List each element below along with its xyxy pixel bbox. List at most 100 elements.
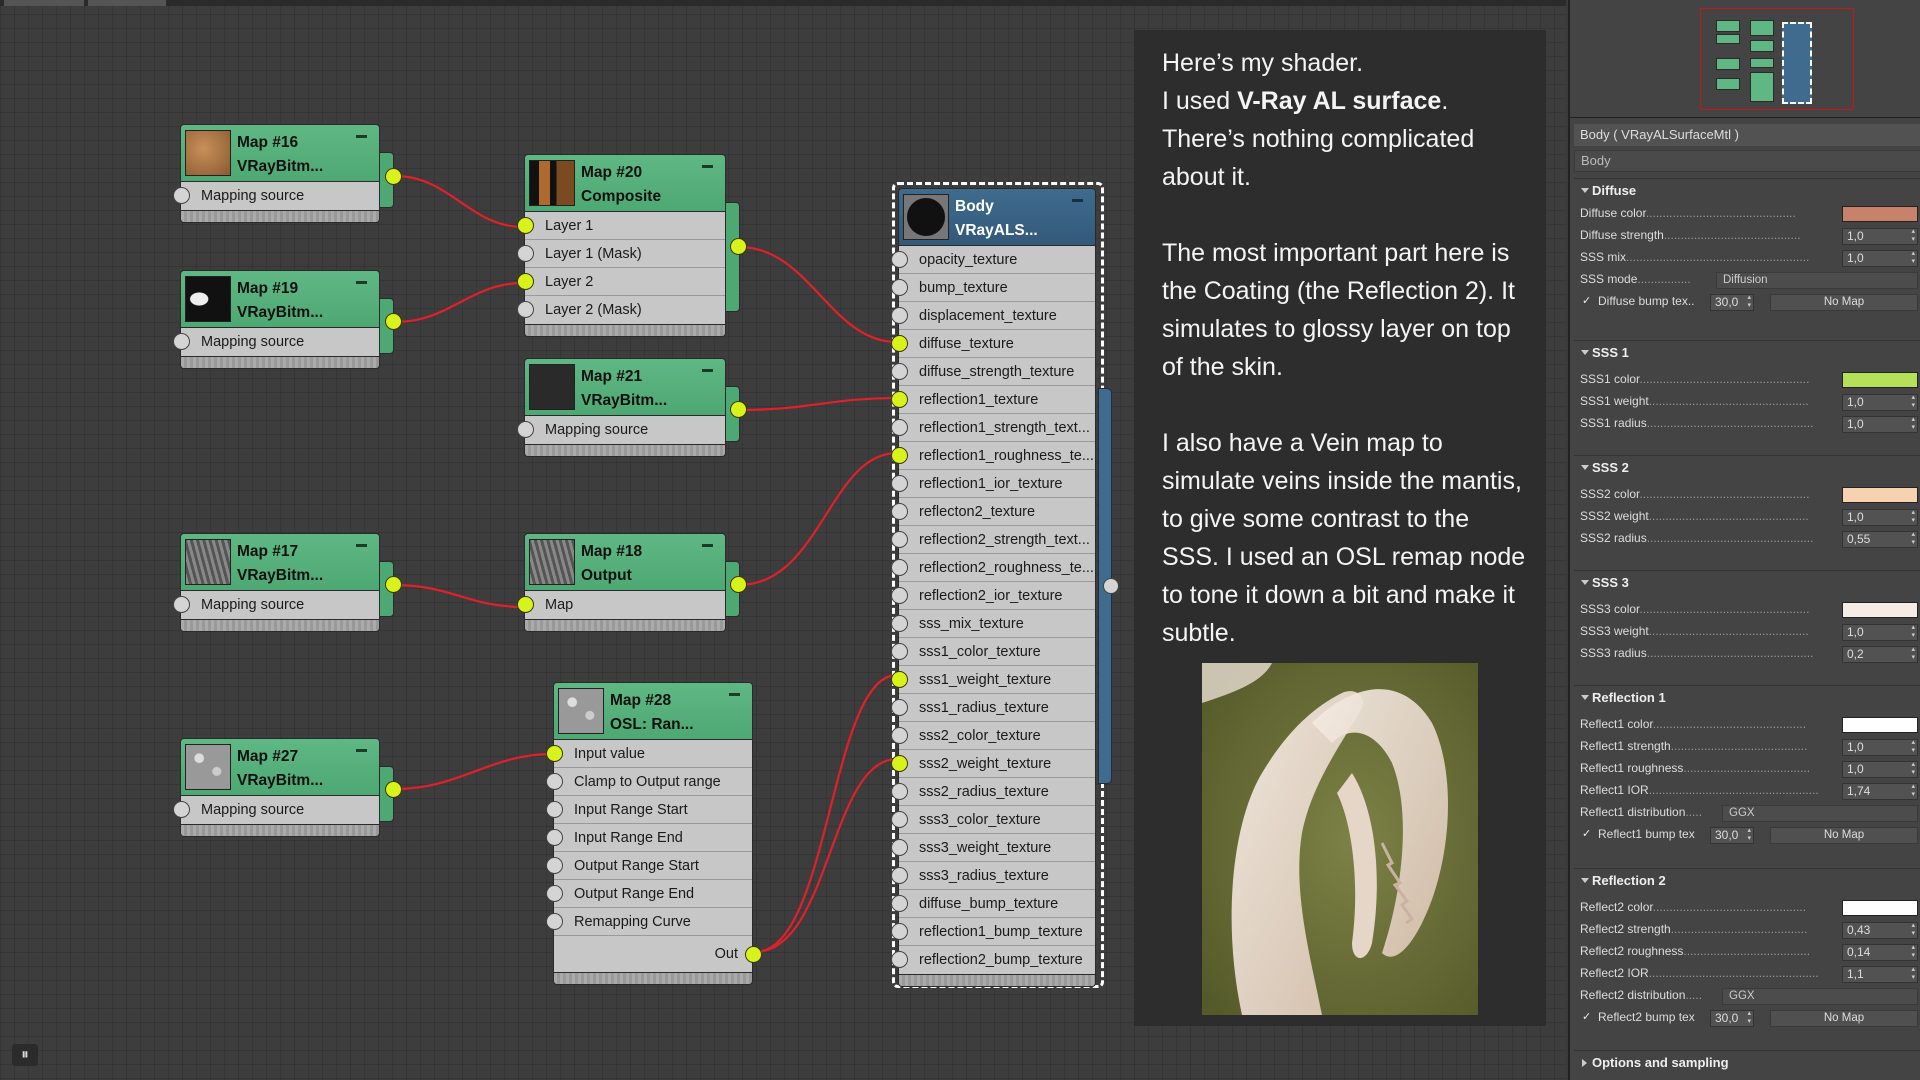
input-port[interactable] bbox=[891, 615, 908, 632]
input-port[interactable] bbox=[546, 745, 563, 762]
section-header-sss3[interactable]: SSS 3 bbox=[1574, 571, 1920, 595]
input-port[interactable] bbox=[891, 475, 908, 492]
output-port[interactable] bbox=[730, 576, 747, 593]
input-port[interactable] bbox=[891, 307, 908, 324]
output-port[interactable] bbox=[730, 238, 747, 255]
input-port[interactable] bbox=[891, 839, 908, 856]
input-port[interactable] bbox=[546, 857, 563, 874]
map-button[interactable]: No Map bbox=[1770, 827, 1918, 844]
minimize-icon[interactable] bbox=[1072, 199, 1083, 202]
spinner[interactable]: 1,1 bbox=[1842, 966, 1918, 983]
minimize-icon[interactable] bbox=[729, 693, 740, 696]
input-port[interactable] bbox=[546, 773, 563, 790]
input-port[interactable] bbox=[891, 643, 908, 660]
checkbox[interactable]: ✓ bbox=[1582, 296, 1593, 307]
input-port[interactable] bbox=[891, 279, 908, 296]
view-tab[interactable] bbox=[4, 0, 84, 6]
input-port[interactable] bbox=[891, 895, 908, 912]
minimize-icon[interactable] bbox=[702, 165, 713, 168]
material-name-field[interactable]: Body bbox=[1574, 150, 1920, 172]
section-header-reflection2[interactable]: Reflection 2 bbox=[1574, 869, 1920, 893]
input-port[interactable] bbox=[891, 335, 908, 352]
minimize-icon[interactable] bbox=[356, 749, 367, 752]
distribution-dropdown[interactable]: GGX bbox=[1722, 805, 1918, 822]
color-swatch[interactable] bbox=[1842, 602, 1918, 618]
color-swatch[interactable] bbox=[1842, 900, 1918, 916]
input-port[interactable] bbox=[546, 885, 563, 902]
spinner[interactable]: 1,0 bbox=[1842, 761, 1918, 778]
input-port[interactable] bbox=[517, 301, 534, 318]
input-port[interactable] bbox=[891, 783, 908, 800]
checkbox[interactable]: ✓ bbox=[1582, 829, 1593, 840]
output-port[interactable] bbox=[385, 168, 402, 185]
spinner[interactable]: 1,0 bbox=[1842, 250, 1918, 267]
minimize-icon[interactable] bbox=[356, 544, 367, 547]
section-header-sss2[interactable]: SSS 2 bbox=[1574, 456, 1920, 480]
input-port[interactable] bbox=[546, 801, 563, 818]
color-swatch[interactable] bbox=[1842, 206, 1918, 222]
color-swatch[interactable] bbox=[1842, 372, 1918, 388]
input-port[interactable] bbox=[517, 596, 534, 613]
spinner[interactable]: 30,0 bbox=[1710, 294, 1754, 311]
input-port[interactable] bbox=[517, 421, 534, 438]
section-header-reflection1[interactable]: Reflection 1 bbox=[1574, 686, 1920, 710]
spinner[interactable]: 0,2 bbox=[1842, 646, 1918, 663]
input-port[interactable] bbox=[173, 596, 190, 613]
input-port[interactable] bbox=[546, 913, 563, 930]
node-map17[interactable]: Map #17 VRayBitm... Mapping source bbox=[173, 533, 402, 632]
spinner[interactable]: 1,0 bbox=[1842, 509, 1918, 526]
input-port[interactable] bbox=[891, 503, 908, 520]
node-map20[interactable]: Map #20 Composite Layer 1 Layer 1 (Mask) … bbox=[517, 154, 747, 337]
output-port[interactable] bbox=[385, 576, 402, 593]
color-swatch[interactable] bbox=[1842, 717, 1918, 733]
minimize-icon[interactable] bbox=[356, 135, 367, 138]
output-port[interactable] bbox=[730, 401, 747, 418]
input-port[interactable] bbox=[173, 801, 190, 818]
input-port[interactable] bbox=[891, 447, 908, 464]
spinner[interactable]: 30,0 bbox=[1710, 1010, 1754, 1027]
input-port[interactable] bbox=[517, 217, 534, 234]
map-button[interactable]: No Map bbox=[1770, 1010, 1918, 1027]
spinner[interactable]: 1,0 bbox=[1842, 394, 1918, 411]
input-port[interactable] bbox=[173, 187, 190, 204]
input-port[interactable] bbox=[891, 587, 908, 604]
distribution-dropdown[interactable]: GGX bbox=[1722, 988, 1918, 1005]
node-map27[interactable]: Map #27 VRayBitm... Mapping source bbox=[173, 738, 402, 837]
navigator-view[interactable] bbox=[1570, 0, 1920, 118]
section-header-diffuse[interactable]: Diffuse bbox=[1574, 179, 1920, 203]
input-port[interactable] bbox=[517, 245, 534, 262]
input-port[interactable] bbox=[891, 867, 908, 884]
input-port[interactable] bbox=[891, 951, 908, 968]
sss-mode-dropdown[interactable]: Diffusion bbox=[1716, 272, 1918, 289]
output-port[interactable] bbox=[385, 781, 402, 798]
spinner[interactable]: 0,43 bbox=[1842, 922, 1918, 939]
node-body-material[interactable]: Body VRayALS... opacity_texture bump_textu… bbox=[891, 188, 1096, 987]
spinner[interactable]: 0,14 bbox=[1842, 944, 1918, 961]
input-port[interactable] bbox=[891, 559, 908, 576]
node-map28[interactable]: Map #28 OSL: Ran... Input value Clamp to … bbox=[546, 682, 762, 985]
input-port[interactable] bbox=[891, 727, 908, 744]
section-header-sss1[interactable]: SSS 1 bbox=[1574, 341, 1920, 365]
input-port[interactable] bbox=[517, 273, 534, 290]
navigation-icon[interactable]: ⏸ bbox=[12, 1044, 38, 1066]
spinner[interactable]: 0,55 bbox=[1842, 531, 1918, 548]
output-port[interactable] bbox=[1103, 578, 1119, 594]
section-header-options[interactable]: Options and sampling bbox=[1574, 1051, 1920, 1075]
input-port[interactable] bbox=[173, 333, 190, 350]
spinner[interactable]: 1,0 bbox=[1842, 739, 1918, 756]
output-port[interactable] bbox=[745, 946, 762, 963]
node-map19[interactable]: Map #19 VRayBitm... Mapping source bbox=[173, 270, 402, 369]
input-port[interactable] bbox=[891, 671, 908, 688]
spinner[interactable]: 1,74 bbox=[1842, 783, 1918, 800]
input-port[interactable] bbox=[891, 531, 908, 548]
input-port[interactable] bbox=[891, 699, 908, 716]
output-port[interactable] bbox=[385, 313, 402, 330]
color-swatch[interactable] bbox=[1842, 487, 1918, 503]
input-port[interactable] bbox=[891, 419, 908, 436]
minimize-icon[interactable] bbox=[356, 281, 367, 284]
node-map16[interactable]: Map #16 VRayBitm... Mapping source bbox=[173, 124, 402, 223]
input-port[interactable] bbox=[891, 363, 908, 380]
input-port[interactable] bbox=[891, 251, 908, 268]
spinner[interactable]: 1,0 bbox=[1842, 228, 1918, 245]
input-port[interactable] bbox=[546, 829, 563, 846]
